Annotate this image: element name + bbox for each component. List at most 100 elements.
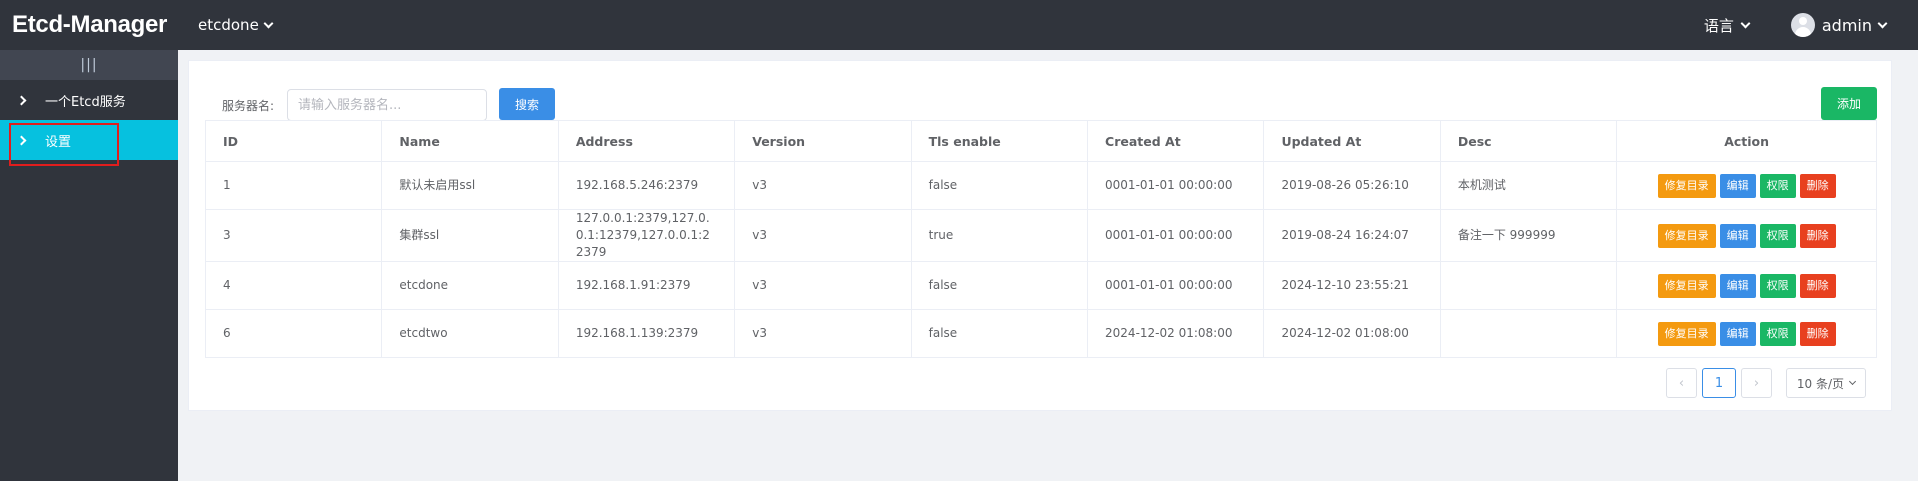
prev-page-button[interactable]: ‹	[1666, 368, 1697, 398]
app-logo: Etcd-Manager	[12, 11, 168, 38]
cell-name: 集群ssl	[381, 209, 559, 262]
table-header-row: ID Name Address Version Tls enable Creat…	[204, 120, 1877, 162]
cell-address: 127.0.0.1:2379,127.0.0.1:12379,127.0.0.1…	[557, 209, 736, 262]
cell-address: 192.168.5.246:2379	[557, 161, 736, 210]
chevron-down-icon	[1877, 18, 1888, 28]
edit-button[interactable]: 编辑	[1719, 173, 1756, 198]
table-row: 4 etcdone 192.168.1.91:2379 v3 false 000…	[204, 261, 1877, 310]
cell-created: 0001-01-01 00:00:00	[1087, 161, 1265, 210]
cell-updated: 2019-08-24 16:24:07	[1263, 209, 1441, 262]
page-size-select[interactable]: 10 条/页	[1786, 368, 1866, 398]
delete-button[interactable]: 删除	[1799, 223, 1836, 248]
page-number-1[interactable]: 1	[1702, 368, 1736, 398]
cell-updated: 2024-12-10 23:55:21	[1263, 261, 1441, 310]
cell-name: etcdtwo	[381, 309, 559, 358]
permission-button[interactable]: 权限	[1759, 321, 1796, 346]
chevron-down-icon	[263, 18, 274, 28]
page-size-label: 10 条/页	[1796, 376, 1845, 391]
permission-button[interactable]: 权限	[1759, 173, 1796, 198]
language-selector[interactable]: 语言	[1703, 15, 1751, 36]
sidebar-item-etcd-service[interactable]: 一个Etcd服务	[0, 80, 178, 120]
cell-updated: 2024-12-02 01:08:00	[1263, 309, 1441, 358]
repair-dir-button[interactable]: 修复目录	[1657, 321, 1716, 346]
cell-tls: true	[910, 209, 1089, 262]
cell-actions: 修复目录 编辑 权限 删除	[1616, 309, 1877, 358]
cell-address: 192.168.1.139:2379	[557, 309, 736, 358]
cell-version: v3	[734, 209, 912, 262]
permission-button[interactable]: 权限	[1759, 223, 1796, 248]
cell-created: 0001-01-01 00:00:00	[1087, 261, 1265, 310]
chevron-right-icon: ›	[1753, 375, 1760, 391]
column-header-updated: Updated At	[1263, 120, 1441, 162]
search-button[interactable]: 搜索	[499, 88, 555, 120]
chevron-left-icon: ‹	[1678, 375, 1685, 391]
cell-actions: 修复目录 编辑 权限 删除	[1616, 161, 1877, 210]
server-list-card: 服务器名: 搜索 添加 ID Name Address Version Tls …	[188, 60, 1892, 411]
edit-button[interactable]: 编辑	[1719, 223, 1756, 248]
main-content: 服务器名: 搜索 添加 ID Name Address Version Tls …	[178, 50, 1918, 481]
user-name: admin	[1821, 15, 1872, 35]
column-header-action: Action	[1616, 120, 1877, 162]
table-row: 1 默认未启用ssl 192.168.5.246:2379 v3 false 0…	[204, 161, 1877, 210]
chevron-down-icon	[1740, 18, 1751, 28]
delete-button[interactable]: 删除	[1799, 173, 1836, 198]
cell-desc: 本机测试	[1439, 161, 1618, 210]
sidebar: ||| 一个Etcd服务 设置	[0, 50, 178, 481]
edit-button[interactable]: 编辑	[1719, 273, 1756, 298]
table-row: 6 etcdtwo 192.168.1.139:2379 v3 false 20…	[204, 309, 1877, 358]
cell-updated: 2019-08-26 05:26:10	[1263, 161, 1441, 210]
cell-id: 6	[204, 309, 383, 358]
column-header-id: ID	[204, 120, 383, 162]
sidebar-item-label: 一个Etcd服务	[45, 94, 126, 110]
delete-button[interactable]: 删除	[1799, 321, 1836, 346]
next-page-button[interactable]: ›	[1741, 368, 1772, 398]
cell-tls: false	[910, 261, 1089, 310]
permission-button[interactable]: 权限	[1759, 273, 1796, 298]
cell-desc: 备注一下 999999	[1439, 209, 1618, 262]
collapse-sidebar-button[interactable]: |||	[0, 50, 178, 80]
column-header-created: Created At	[1087, 120, 1265, 162]
cell-desc	[1439, 309, 1618, 358]
repair-dir-button[interactable]: 修复目录	[1657, 173, 1716, 198]
column-header-desc: Desc	[1439, 120, 1618, 162]
cell-tls: false	[910, 309, 1089, 358]
chevron-right-icon	[16, 95, 27, 105]
menu-icon: |||	[80, 57, 98, 73]
cell-created: 2024-12-02 01:08:00	[1087, 309, 1265, 358]
search-input[interactable]	[287, 89, 487, 121]
cell-address: 192.168.1.91:2379	[557, 261, 736, 310]
language-label: 语言	[1703, 16, 1734, 35]
cell-id: 3	[204, 209, 383, 262]
table-row: 3 集群ssl 127.0.0.1:2379,127.0.0.1:12379,1…	[204, 209, 1877, 262]
delete-button[interactable]: 删除	[1799, 273, 1836, 298]
cell-created: 0001-01-01 00:00:00	[1087, 209, 1265, 262]
cell-desc	[1439, 261, 1618, 310]
server-selector-label: etcdone	[198, 16, 259, 34]
column-header-tls: Tls enable	[910, 120, 1089, 162]
server-table: ID Name Address Version Tls enable Creat…	[204, 120, 1877, 358]
search-label: 服务器名:	[222, 99, 275, 113]
column-header-name: Name	[381, 120, 559, 162]
user-menu[interactable]: admin	[1790, 13, 1888, 37]
cell-name: 默认未启用ssl	[381, 161, 559, 210]
cell-tls: false	[910, 161, 1089, 210]
repair-dir-button[interactable]: 修复目录	[1657, 223, 1716, 248]
cell-version: v3	[734, 161, 912, 210]
cell-actions: 修复目录 编辑 权限 删除	[1616, 209, 1877, 262]
cell-version: v3	[734, 309, 912, 358]
cell-id: 4	[204, 261, 383, 310]
highlight-annotation	[9, 123, 119, 166]
top-bar: Etcd-Manager etcdone 语言 admin	[0, 0, 1918, 50]
add-button[interactable]: 添加	[1821, 87, 1877, 120]
column-header-address: Address	[557, 120, 736, 162]
avatar	[1790, 13, 1815, 37]
cell-name: etcdone	[381, 261, 559, 310]
cell-id: 1	[204, 161, 383, 210]
cell-version: v3	[734, 261, 912, 310]
page-number-label: 1	[1714, 375, 1724, 391]
repair-dir-button[interactable]: 修复目录	[1657, 273, 1716, 298]
cell-actions: 修复目录 编辑 权限 删除	[1616, 261, 1877, 310]
chevron-down-icon	[1849, 377, 1857, 386]
edit-button[interactable]: 编辑	[1719, 321, 1756, 346]
server-selector[interactable]: etcdone	[198, 16, 274, 34]
